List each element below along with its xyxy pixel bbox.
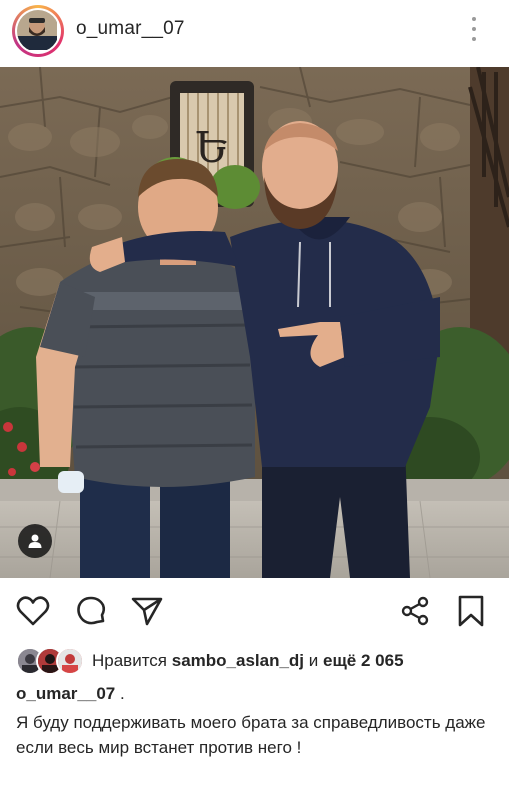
- post-action-bar: [0, 588, 509, 634]
- likes-row[interactable]: Нравится sambo_aslan_dj и ещё 2 065: [16, 646, 404, 676]
- post-photo[interactable]: Ե: [0, 67, 509, 578]
- caption-separator: .: [119, 684, 125, 703]
- more-vertical-icon[interactable]: [464, 14, 484, 44]
- share-nodes-icon[interactable]: [396, 592, 434, 630]
- comment-icon[interactable]: [72, 592, 110, 630]
- user-tag-icon[interactable]: [18, 524, 52, 558]
- likes-prefix: Нравится: [92, 651, 168, 670]
- likes-summary: Нравится sambo_aslan_dj и ещё 2 065: [92, 651, 404, 671]
- heart-icon[interactable]: [14, 592, 52, 630]
- avatar: [56, 647, 84, 675]
- liker-avatars: [16, 647, 84, 675]
- liker-username[interactable]: sambo_aslan_dj: [172, 651, 304, 670]
- caption-author: o_umar__07 .: [16, 684, 125, 704]
- likes-connector: и: [308, 651, 319, 670]
- paper-plane-icon[interactable]: [128, 592, 166, 630]
- profile-avatar[interactable]: [12, 5, 64, 57]
- likes-others-count[interactable]: ещё 2 065: [323, 651, 404, 670]
- post-header: o_umar__07: [0, 0, 509, 64]
- bookmark-icon[interactable]: [452, 592, 490, 630]
- post-author-username[interactable]: o_umar__07: [76, 18, 185, 40]
- caption-username[interactable]: o_umar__07: [16, 684, 115, 703]
- caption-text: Я буду поддерживать моего брата за справ…: [16, 713, 486, 757]
